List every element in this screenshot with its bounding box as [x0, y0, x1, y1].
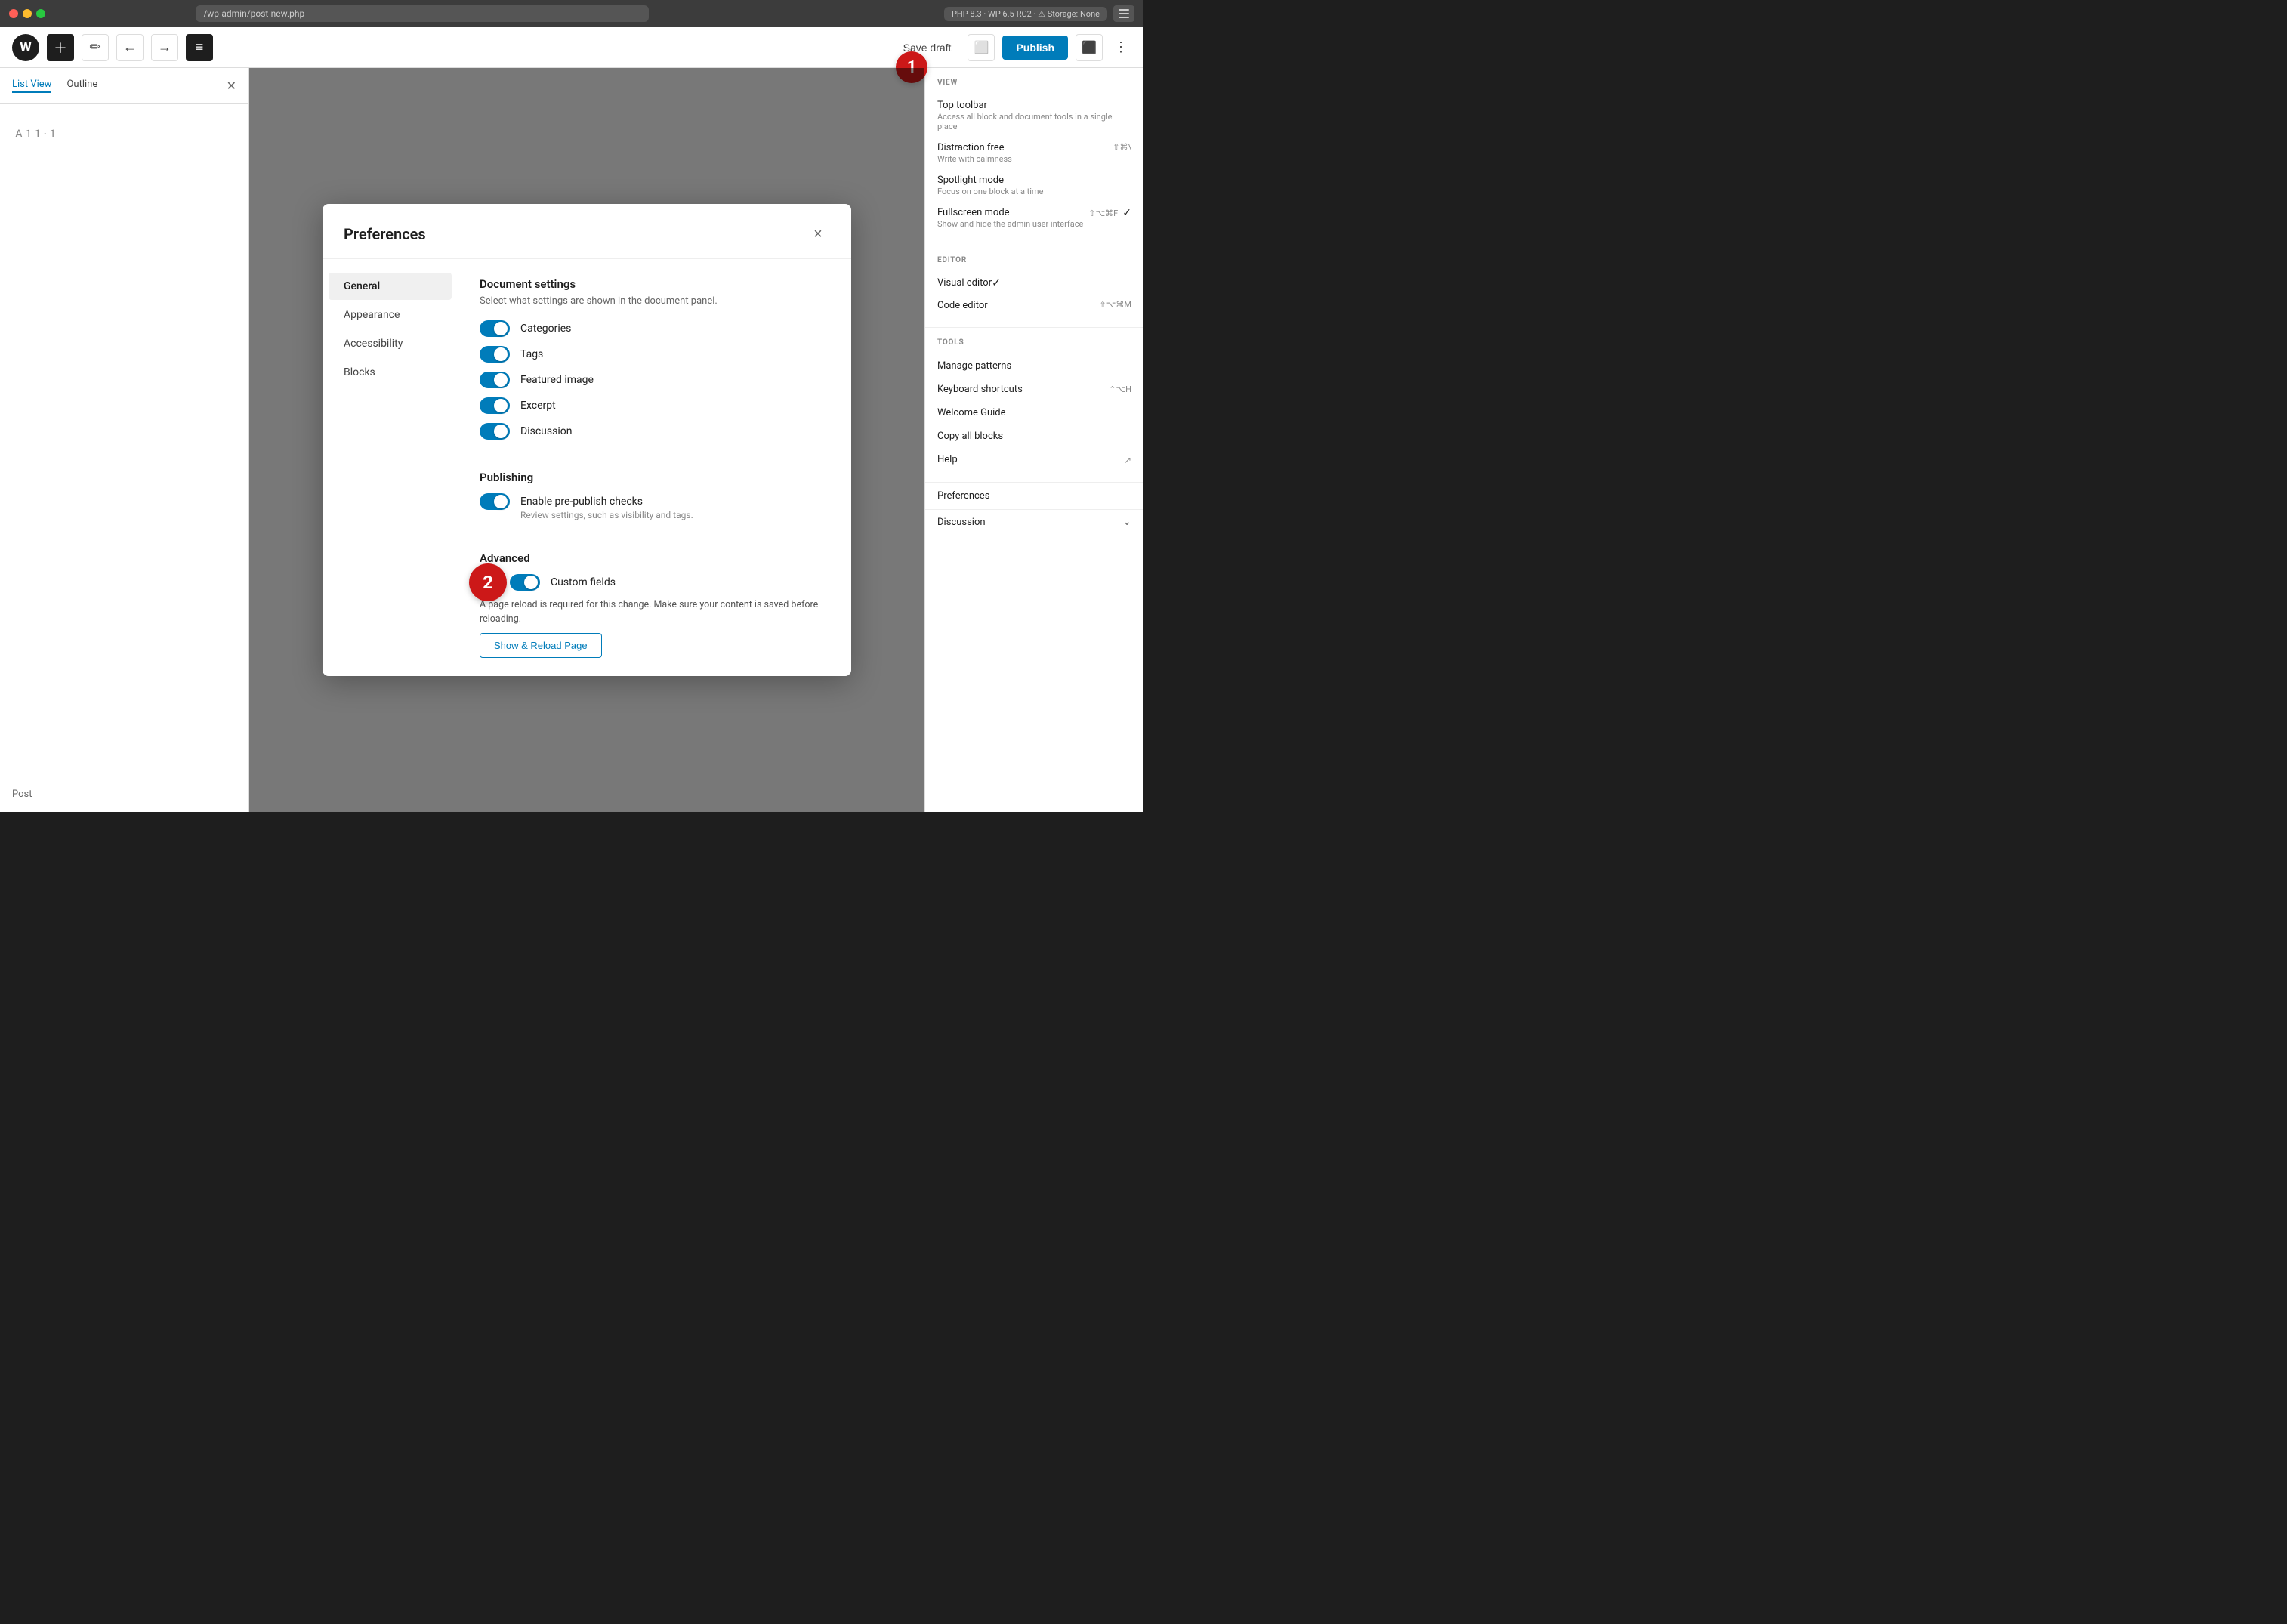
tab-list-view[interactable]: List View [12, 79, 51, 93]
modal-header: Preferences × [323, 204, 851, 259]
pre-publish-toggle[interactable] [480, 493, 510, 510]
sidebar-visual-editor[interactable]: Visual editor ✓ [937, 272, 1131, 295]
modal-content: Document settings Select what settings a… [458, 259, 851, 676]
php-badge: PHP 8.3 · WP 6.5-RC2 · ⚠ Storage: None [944, 7, 1107, 21]
sidebar-copy-all-blocks[interactable]: Copy all blocks [937, 425, 1131, 448]
modal-body: General Appearance Accessibility Blocks … [323, 259, 851, 676]
maximize-traffic-light[interactable] [36, 9, 45, 18]
excerpt-toggle[interactable] [480, 397, 510, 414]
sidebar-fullscreen-mode[interactable]: Fullscreen mode Show and hide the admin … [937, 202, 1131, 234]
wp-logo[interactable]: W [12, 34, 39, 61]
sidebar-top-toolbar[interactable]: Top toolbar Access all block and documen… [937, 94, 1131, 137]
tags-toggle[interactable] [480, 346, 510, 363]
advanced-title: Advanced [480, 551, 830, 565]
left-panel: List View Outline ✕ A 1 1 · 1 Post [0, 68, 249, 812]
custom-fields-toggle[interactable] [510, 574, 540, 591]
toggle-excerpt: Excerpt [480, 397, 830, 414]
nav-blocks[interactable]: Blocks [329, 359, 452, 386]
post-label: Post [12, 789, 32, 800]
hamburger-button[interactable] [1113, 5, 1134, 22]
tab-outline[interactable]: Outline [66, 79, 97, 93]
tools-section-label: TOOLS [937, 338, 1131, 347]
publishing-title: Publishing [480, 471, 830, 484]
editor-section-label: EDITOR [937, 256, 1131, 264]
modal-close-button[interactable]: × [806, 222, 830, 246]
toggle-discussion: Discussion [480, 423, 830, 440]
categories-toggle[interactable] [480, 320, 510, 337]
nav-general[interactable]: General [329, 273, 452, 300]
preferences-modal: Preferences × General Appearance Accessi… [323, 204, 851, 676]
url-text: /wp-admin/post-new.php [203, 8, 304, 19]
discussion-toggle[interactable] [480, 423, 510, 440]
left-panel-tabs: List View Outline ✕ [0, 68, 248, 104]
options-button[interactable]: ⋮ [1110, 34, 1131, 61]
publish-button[interactable]: Publish [1002, 36, 1068, 60]
wp-toolbar: W ＋ ✏ ← → ≡ Save draft ⬜ Publish ⬛ ⋮ [0, 27, 1144, 68]
traffic-lights [9, 9, 45, 18]
sidebar-code-editor[interactable]: Code editor ⇧⌥⌘M [937, 295, 1131, 316]
pre-publish-desc: Review settings, such as visibility and … [520, 510, 830, 520]
editor-section: EDITOR Visual editor ✓ Code editor ⇧⌥⌘M [925, 245, 1144, 328]
custom-fields-label: Custom fields [551, 576, 616, 588]
pre-publish-label: Enable pre-publish checks [520, 496, 643, 508]
reload-notice: A page reload is required for this chang… [480, 598, 830, 627]
featured-image-toggle[interactable] [480, 372, 510, 388]
undo-button[interactable]: ← [116, 34, 144, 61]
view-section-label: VIEW [937, 79, 1131, 87]
redo-button[interactable]: → [151, 34, 178, 61]
modal-title: Preferences [344, 225, 806, 243]
close-traffic-light[interactable] [9, 9, 18, 18]
nav-accessibility[interactable]: Accessibility [329, 330, 452, 357]
custom-fields-row: 2 Custom fields [480, 574, 830, 591]
sidebar-help[interactable]: Help ↗ [937, 448, 1131, 471]
badge-2: 2 [469, 563, 507, 601]
sidebar-discussion[interactable]: Discussion ⌄ [925, 510, 1144, 534]
preview-button[interactable]: ⬜ [968, 34, 995, 61]
close-panel-button[interactable]: ✕ [227, 79, 236, 94]
doc-settings-desc: Select what settings are shown in the do… [480, 295, 830, 307]
modal-nav: General Appearance Accessibility Blocks [323, 259, 458, 676]
toggle-tags: Tags [480, 346, 830, 363]
nav-appearance[interactable]: Appearance [329, 301, 452, 329]
enable-pre-publish-row: Enable pre-publish checks [480, 493, 830, 510]
sidebar-welcome-guide[interactable]: Welcome Guide [937, 401, 1131, 425]
sidebar-preferences[interactable]: Preferences [925, 483, 1144, 509]
doc-settings-title: Document settings [480, 277, 830, 291]
sidebar-keyboard-shortcuts[interactable]: Keyboard shortcuts ⌃⌥H [937, 378, 1131, 401]
right-sidebar: VIEW Top toolbar Access all block and do… [924, 68, 1144, 812]
view-section: VIEW Top toolbar Access all block and do… [925, 68, 1144, 245]
url-bar[interactable]: /wp-admin/post-new.php [196, 5, 649, 22]
main-layout: List View Outline ✕ A 1 1 · 1 Post Prefe… [0, 68, 1144, 812]
edit-button[interactable]: ✏ [82, 34, 109, 61]
sidebar-toggle-button[interactable]: ⬛ [1076, 34, 1103, 61]
titlebar: /wp-admin/post-new.php PHP 8.3 · WP 6.5-… [0, 0, 1144, 27]
toggle-featured-image: Featured image [480, 372, 830, 388]
editor-content: A 1 1 · 1 [0, 104, 248, 812]
chevron-down-icon: ⌄ [1122, 516, 1131, 528]
toggle-categories: Categories [480, 320, 830, 337]
modal-overlay: Preferences × General Appearance Accessi… [249, 68, 924, 812]
add-block-button[interactable]: ＋ [47, 34, 74, 61]
sidebar-manage-patterns[interactable]: Manage patterns [937, 354, 1131, 378]
show-reload-button[interactable]: Show & Reload Page [480, 633, 602, 658]
external-link-icon: ↗ [1124, 455, 1131, 465]
sidebar-spotlight-mode[interactable]: Spotlight mode Focus on one block at a t… [937, 169, 1131, 202]
minimize-traffic-light[interactable] [23, 9, 32, 18]
list-view-toggle-button[interactable]: ≡ [186, 34, 213, 61]
sidebar-distraction-free[interactable]: Distraction free Write with calmness ⇧⌘\ [937, 137, 1131, 169]
tools-section: TOOLS Manage patterns Keyboard shortcuts… [925, 328, 1144, 483]
center-content: Preferences × General Appearance Accessi… [249, 68, 924, 812]
